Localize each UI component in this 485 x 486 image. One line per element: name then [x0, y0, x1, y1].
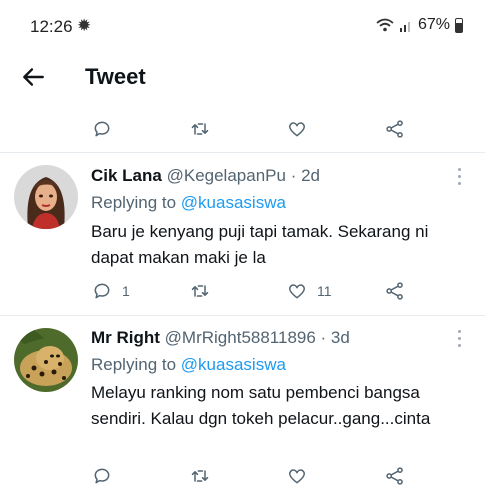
reply-icon [94, 121, 110, 137]
avatar[interactable] [14, 165, 78, 229]
sun-icon: ✹ [77, 16, 92, 35]
reply-icon [94, 283, 110, 299]
replying-prefix: Replying to [91, 355, 177, 374]
heart-icon [288, 469, 306, 484]
heart-icon [288, 284, 306, 299]
share-icon [386, 282, 403, 300]
more-options-icon[interactable] [457, 168, 463, 186]
tweet-header: Cik Lana @KegelapanPu · 2d [91, 166, 320, 186]
reply-button[interactable]: 1 [92, 279, 130, 303]
user-handle[interactable]: @KegelapanPu [167, 166, 286, 185]
wifi-icon [376, 18, 394, 32]
back-arrow-icon[interactable] [20, 64, 46, 90]
tweet-text: Baru je kenyang puji tapi tamak. Sekaran… [91, 222, 429, 267]
signal-icon [399, 22, 410, 32]
retweet-icon [191, 470, 209, 482]
share-icon [386, 467, 403, 485]
retweet-button[interactable] [190, 279, 210, 303]
reply-count: 1 [122, 283, 130, 299]
tweet-time: · 2d [290, 166, 320, 185]
avatar[interactable] [14, 328, 78, 392]
heart-icon [288, 122, 306, 137]
reply-button[interactable] [92, 464, 112, 486]
tweet-actions [0, 117, 485, 145]
tweet-text: Melayu ranking nom satu pembenci bangsa … [91, 383, 431, 428]
share-button[interactable] [385, 117, 405, 141]
like-button[interactable]: 11 [287, 279, 332, 303]
user-handle[interactable]: @MrRight58811896 [165, 328, 316, 347]
retweet-button[interactable] [190, 464, 210, 486]
reply-button[interactable] [92, 117, 112, 141]
retweet-icon [191, 285, 209, 297]
tweet-header: Mr Right @MrRight58811896 · 3d [91, 328, 350, 348]
more-options-icon[interactable] [457, 330, 463, 348]
battery-percent: 67% [417, 16, 450, 33]
like-button[interactable] [287, 464, 307, 486]
reply-tweet[interactable]: Cik Lana @KegelapanPu · 2d Replying to @… [0, 153, 485, 315]
retweet-icon [191, 123, 209, 135]
display-name[interactable]: Mr Right [91, 328, 160, 347]
like-button[interactable] [287, 117, 307, 141]
mention-link[interactable]: @kuasasiswa [181, 355, 286, 374]
status-bar: 12:26 ✹ 67% [0, 0, 485, 52]
status-indicators: 67% [376, 16, 463, 34]
like-count: 11 [317, 283, 332, 299]
reply-icon [94, 468, 110, 484]
share-button[interactable] [385, 279, 405, 303]
top-app-bar: Tweet [0, 52, 485, 104]
replying-prefix: Replying to [91, 193, 177, 212]
tweet-actions: 1 11 [0, 279, 485, 307]
mention-link[interactable]: @kuasasiswa [181, 193, 286, 212]
retweet-button[interactable] [190, 117, 210, 141]
tweet-actions [0, 464, 485, 486]
battery-icon [455, 17, 463, 33]
tweet-time: · 3d [320, 328, 350, 347]
replying-to: Replying to @kuasasiswa [91, 355, 286, 375]
page-title: Tweet [85, 64, 146, 89]
reply-tweet[interactable]: Mr Right @MrRight58811896 · 3d Replying … [0, 316, 485, 486]
share-icon [386, 120, 403, 138]
display-name[interactable]: Cik Lana [91, 166, 162, 185]
status-time: 12:26 [30, 17, 73, 36]
share-button[interactable] [385, 464, 405, 486]
replying-to: Replying to @kuasasiswa [91, 193, 286, 213]
